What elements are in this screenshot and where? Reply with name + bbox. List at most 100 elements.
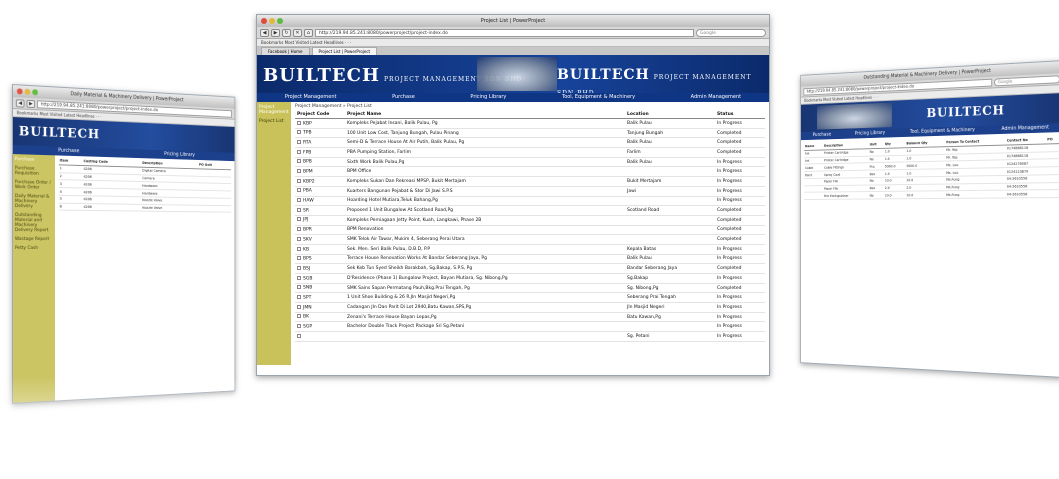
stop-icon[interactable]: ✕ bbox=[293, 29, 302, 37]
menu-pricing-library[interactable]: Pricing Library bbox=[470, 93, 506, 102]
project-name-cell[interactable]: Kompleks Pejabat Insani, Balik Pulau, Pg bbox=[345, 119, 625, 129]
left-sidebar-item-petty[interactable]: Petty Cash bbox=[15, 246, 53, 251]
row-checkbox[interactable] bbox=[297, 188, 301, 192]
project-name-cell[interactable]: Semi-D & Terrace House At Air Putih, Bal… bbox=[345, 138, 625, 148]
table-row[interactable]: BPR BPM Renovation Completed bbox=[295, 225, 765, 235]
project-name-cell[interactable]: SMK Sains Sapan Permatang Pauh,Bkg.Prai … bbox=[345, 283, 625, 293]
table-row[interactable]: KBP Kompleks Pejabat Insani, Balik Pulau,… bbox=[295, 119, 765, 129]
row-checkbox[interactable] bbox=[297, 285, 301, 289]
project-name-cell[interactable]: BPM Renovation bbox=[345, 225, 625, 235]
project-name-cell[interactable]: Sixth Work Balik Pulau,Pg bbox=[345, 157, 625, 167]
project-name-cell[interactable]: D'Residence (Phase 1) Bungalow Project, … bbox=[345, 274, 625, 284]
project-code-cell[interactable]: BK bbox=[295, 312, 345, 322]
project-code-cell[interactable]: FPB bbox=[295, 148, 345, 158]
project-name-cell[interactable]: 1 Unit Shoe Building & 26 R.Jln Masjid N… bbox=[345, 293, 625, 303]
project-name-cell[interactable]: Cadangan Jln Dan Parit Di Lot 2940,Batu … bbox=[345, 303, 625, 313]
row-checkbox[interactable] bbox=[297, 334, 301, 338]
table-row[interactable]: SR Proposed 1 Unit Bungalow At Scotland R… bbox=[295, 206, 765, 216]
row-checkbox[interactable] bbox=[297, 140, 301, 144]
table-row[interactable]: BPS Terrace House Renovation Works At Ban… bbox=[295, 254, 765, 264]
row-checkbox[interactable] bbox=[297, 314, 301, 318]
project-code-cell[interactable]: KBP bbox=[295, 119, 345, 129]
home-icon[interactable]: ⌂ bbox=[304, 29, 313, 37]
row-checkbox[interactable] bbox=[297, 159, 301, 163]
project-code-cell[interactable]: HAW bbox=[295, 196, 345, 206]
reload-icon[interactable]: ↻ bbox=[282, 29, 291, 37]
project-name-cell[interactable]: Bachelor Double Track Project Package Sr… bbox=[345, 322, 625, 332]
project-code-cell[interactable]: BSJ bbox=[295, 264, 345, 274]
project-name-cell[interactable]: SMK Telok Air Tawar, Mukim 4, Seberang P… bbox=[345, 235, 625, 245]
project-code-cell[interactable]: TPB bbox=[295, 128, 345, 138]
row-checkbox[interactable] bbox=[297, 121, 301, 125]
row-checkbox[interactable] bbox=[297, 305, 301, 309]
forward-icon[interactable]: ▶ bbox=[271, 29, 280, 37]
back-icon[interactable]: ◀ bbox=[16, 99, 25, 107]
row-checkbox[interactable] bbox=[297, 237, 301, 241]
row-checkbox[interactable] bbox=[297, 276, 301, 280]
table-row[interactable]: SGP Bachelor Double Track Project Package… bbox=[295, 322, 765, 332]
table-row[interactable]: SPT 1 Unit Shoe Building & 26 R.Jln Masji… bbox=[295, 293, 765, 303]
menu-tools-equipment[interactable]: Tool, Equipment & Machinery bbox=[562, 93, 635, 102]
project-code-cell[interactable]: BPR bbox=[295, 225, 345, 235]
left-sidebar-item-purchase[interactable]: Purchase bbox=[15, 157, 53, 163]
table-row[interactable]: HAW Hoarding Hotel Mutiara,Teluk Bahang,P… bbox=[295, 196, 765, 206]
table-row[interactable]: BPB Sixth Work Balik Pulau,Pg Balik Pulau I… bbox=[295, 157, 765, 167]
left-sidebar-item-outstanding[interactable]: Outstanding Material and Machinery Deliv… bbox=[15, 213, 53, 233]
table-row[interactable]: SGB D'Residence (Phase 1) Bungalow Projec… bbox=[295, 274, 765, 284]
project-name-cell[interactable] bbox=[345, 332, 625, 342]
table-row[interactable]: RTA Semi-D & Terrace House At Air Putih, … bbox=[295, 138, 765, 148]
row-checkbox[interactable] bbox=[297, 198, 301, 202]
zoom-icon[interactable] bbox=[277, 18, 283, 24]
project-code-cell[interactable]: JPJ bbox=[295, 215, 345, 225]
project-code-cell[interactable]: BPS bbox=[295, 254, 345, 264]
sidebar-item-project-management[interactable]: Project Management bbox=[259, 105, 289, 115]
project-code-cell[interactable] bbox=[295, 332, 345, 342]
row-checkbox[interactable] bbox=[297, 256, 301, 260]
left-sidebar-item-po[interactable]: Purchase Order / Work Order bbox=[15, 180, 53, 191]
menu-admin-management[interactable]: Admin Management bbox=[691, 93, 741, 102]
row-checkbox[interactable] bbox=[297, 208, 301, 212]
table-row[interactable]: Sg. Petani In Progress bbox=[295, 332, 765, 342]
row-checkbox[interactable] bbox=[297, 227, 301, 231]
row-checkbox[interactable] bbox=[297, 217, 301, 221]
tab-project-list[interactable]: Project List | PowerProject bbox=[312, 47, 378, 55]
project-name-cell[interactable]: BPM Office bbox=[345, 167, 625, 177]
project-name-cell[interactable]: PBA Pumping Station, Farlim bbox=[345, 148, 625, 158]
table-row[interactable]: KB Sek. Men. Seri Balik Pulau, D.B.D, P.P… bbox=[295, 244, 765, 254]
row-checkbox[interactable] bbox=[297, 324, 301, 328]
table-row[interactable]: BK Zenani's Terrace House Bayan Lepas,Pg B… bbox=[295, 312, 765, 322]
tab-facebook[interactable]: Facebook | Home bbox=[261, 47, 310, 55]
menu-project-management[interactable]: Project Management bbox=[285, 93, 337, 102]
project-code-cell[interactable]: RTA bbox=[295, 138, 345, 148]
project-code-cell[interactable]: KB bbox=[295, 244, 345, 254]
project-name-cell[interactable]: Proposed 1 Unit Bungalow At Scotland Roa… bbox=[345, 206, 625, 216]
project-code-cell[interactable]: BPM bbox=[295, 167, 345, 177]
project-name-cell[interactable]: Sek. Men. Seri Balik Pulau, D.B.D, P.P bbox=[345, 244, 625, 254]
table-row[interactable]: TPB 100 Unit Low Cost, Tanjung Bungah, Pu… bbox=[295, 128, 765, 138]
project-code-cell[interactable]: SR bbox=[295, 206, 345, 216]
table-row[interactable]: BPM BPM Office In Progress bbox=[295, 167, 765, 177]
center-url-bar[interactable]: http://219.94.85.241:8080/powerproject/p… bbox=[315, 29, 694, 37]
left-sidebar-item-pr[interactable]: Purchase Requisition bbox=[15, 166, 53, 177]
project-code-cell[interactable]: KBP2 bbox=[295, 177, 345, 187]
row-checkbox[interactable] bbox=[297, 169, 301, 173]
project-code-cell[interactable]: SPT bbox=[295, 293, 345, 303]
project-name-cell[interactable]: Sek Keb Tun Syed Sheikh Barakbah, Sg.Bak… bbox=[345, 264, 625, 274]
row-checkbox[interactable] bbox=[297, 179, 301, 183]
close-icon[interactable] bbox=[17, 88, 23, 94]
project-code-cell[interactable]: SNB bbox=[295, 283, 345, 293]
table-row[interactable]: SKV SMK Telok Air Tawar, Mukim 4, Seberan… bbox=[295, 235, 765, 245]
row-checkbox[interactable] bbox=[297, 247, 301, 251]
project-code-cell[interactable]: SGP bbox=[295, 322, 345, 332]
project-name-cell[interactable]: Terrace House Renovation Works At Bandar… bbox=[345, 254, 625, 264]
right-menu-purchase[interactable]: Purchase bbox=[813, 131, 831, 140]
right-menu-pricing[interactable]: Pricing Library bbox=[855, 129, 885, 138]
table-row[interactable]: JPJ Kompleks Perniagaan Jetty Point, Kuah… bbox=[295, 215, 765, 225]
project-name-cell[interactable]: Kuarters Bangunan Pejabat & Stor Di Jawi… bbox=[345, 186, 625, 196]
row-checkbox[interactable] bbox=[297, 295, 301, 299]
sidebar-item-project-list[interactable]: Project List bbox=[259, 119, 289, 124]
row-checkbox[interactable] bbox=[297, 130, 301, 134]
zoom-icon[interactable] bbox=[32, 89, 38, 95]
project-code-cell[interactable]: JMN bbox=[295, 303, 345, 313]
menu-purchase[interactable]: Purchase bbox=[392, 93, 415, 102]
